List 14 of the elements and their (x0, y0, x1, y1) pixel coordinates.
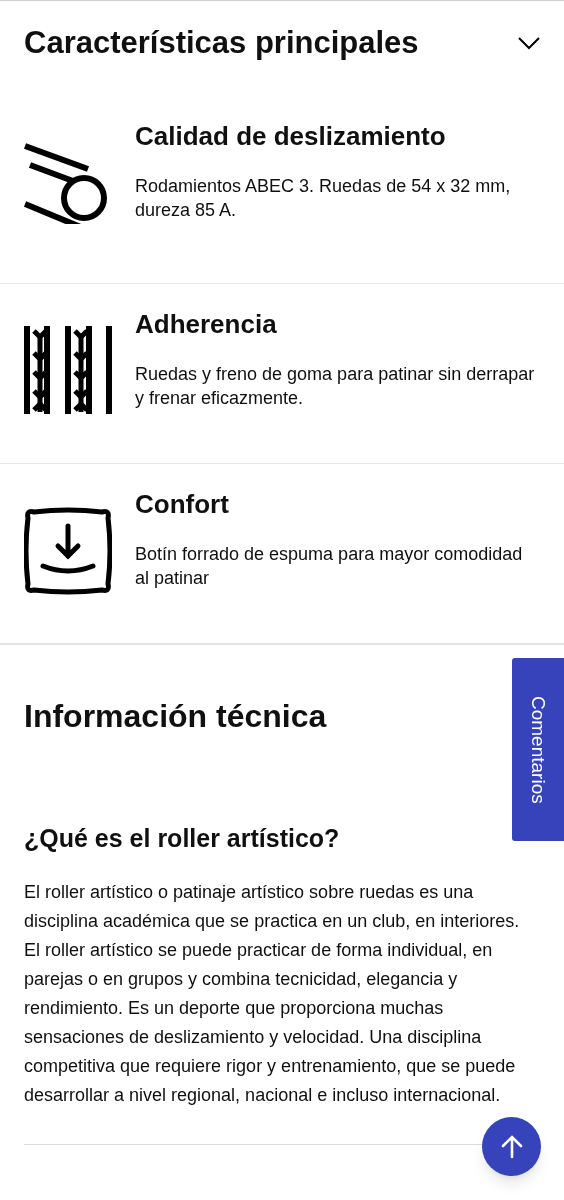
feature-title: Calidad de deslizamiento (135, 120, 447, 152)
subsection-title: ¿Qué es el roller artístico? (24, 823, 341, 854)
feature-description: Rodamientos ABEC 3. Ruedas de 54 x 32 mm, dureza 85 A. (135, 175, 512, 222)
comments-tab[interactable]: Comentarios (512, 658, 564, 841)
paragraph: El roller artístico o patinaje artístico sobre ruedas es una disciplina académica que se practica en un club, en interiores. El roller artístico se puede practicar de forma individual, en parejas o en grupos y combina tecnicidad, elegancia y rendimiento. Es un deporte que proporciona muchas sensaciones de deslizamiento y velocidad. Una disciplina competitiva que requiere rigor y entrenamiento, que se puede desarrollar a nivel regional, nacional e incluso internacional. (24, 881, 521, 1107)
arrow-up-icon (500, 1134, 523, 1159)
section-title: Características principales (24, 24, 419, 62)
tread-icon (24, 326, 112, 414)
scroll-to-top-button[interactable] (482, 1117, 541, 1176)
feature-description: Botín forrado de espuma para mayor comodidad al patinar (135, 543, 524, 590)
cushion-icon (24, 506, 112, 596)
feature-description: Ruedas y freno de goma para patinar sin derrapar y frenar eficazmente. (135, 363, 536, 410)
feature-title: Confort (135, 488, 230, 520)
feature-title: Adherencia (135, 308, 278, 340)
